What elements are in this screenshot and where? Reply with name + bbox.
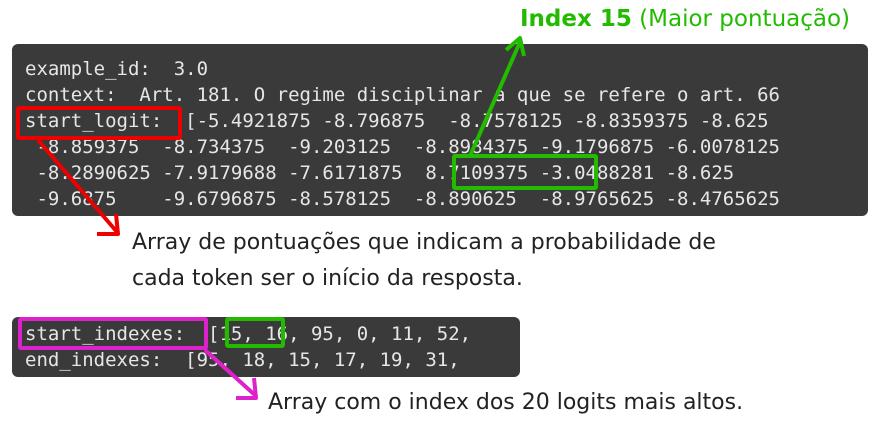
- arrow-to-title-icon: [468, 36, 526, 157]
- arrow-to-caption-1-icon: [36, 138, 120, 236]
- arrow-to-caption-2-icon: [203, 348, 258, 400]
- caption-logits-line-2: cada token ser o início da resposta.: [132, 266, 523, 291]
- caption-indexes: Array com o index dos 20 logits mais alt…: [268, 390, 744, 415]
- caption-logits-line-1: Array de pontuações que indicam a probab…: [132, 230, 716, 255]
- annotation-arrows: [36, 36, 526, 400]
